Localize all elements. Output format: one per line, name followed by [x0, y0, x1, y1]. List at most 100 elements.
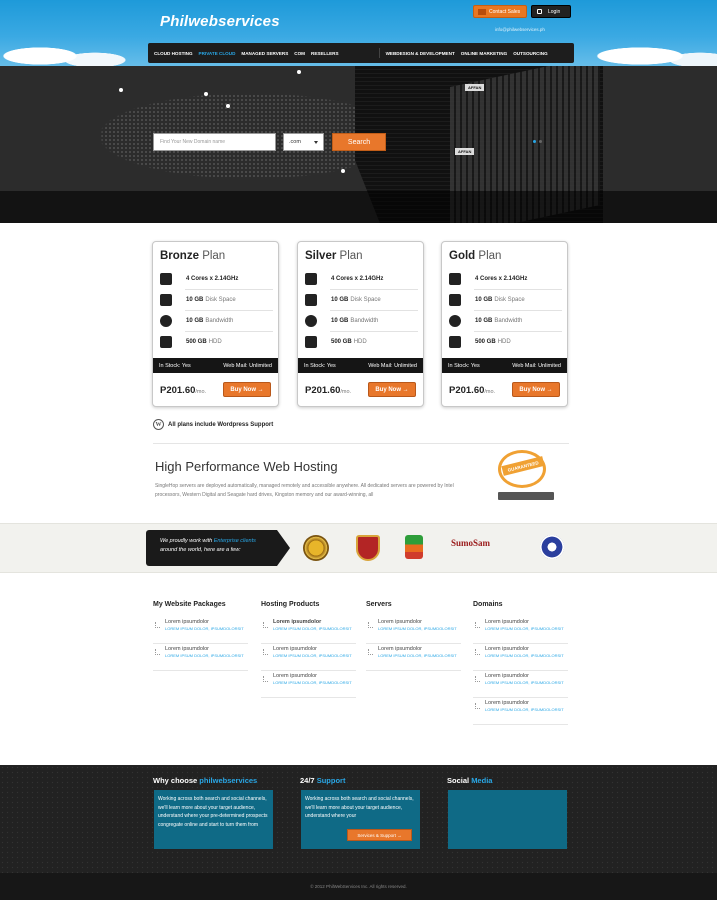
footer-link[interactable]: Lorem ipsumdolor LOREM IPSUM DOLOR, IPSUM…	[366, 618, 461, 644]
database-icon	[160, 336, 172, 348]
plan-hdd-row: 500 GB HDD	[449, 336, 511, 348]
footer-link[interactable]: Lorem ipsumdolor LOREM IPSUM DOLOR, IPSUM…	[153, 618, 248, 644]
map-pin-icon	[119, 88, 123, 92]
buy-now-button[interactable]: Buy Now →	[512, 382, 560, 397]
divider	[330, 310, 418, 311]
footer-col-title: Domains	[473, 601, 503, 608]
chevron-down-icon	[314, 140, 318, 144]
client-logo-sumosam[interactable]: SumoSam	[451, 538, 490, 548]
buy-now-button[interactable]: Buy Now →	[368, 382, 416, 397]
cpu-icon	[160, 273, 172, 285]
footer-link[interactable]: Lorem ipsumdolor LOREM IPSUM DOLOR, IPSUM…	[473, 618, 568, 644]
footer-col-title: Hosting Products	[261, 601, 320, 608]
nav-private-cloud[interactable]: PRIVATE CLOUD	[199, 51, 236, 56]
main-nav: CLOUD HOSTING PRIVATE CLOUD MANAGED SERV…	[148, 43, 574, 63]
search-button[interactable]: Search	[332, 133, 386, 151]
link-bullet-icon	[155, 649, 160, 655]
link-bullet-icon	[263, 622, 268, 628]
divider	[474, 331, 562, 332]
plan-info-strip: In Stock: Yes Web Mail: Unlimited	[153, 358, 278, 373]
nav-cloud-hosting[interactable]: CLOUD HOSTING	[154, 51, 193, 56]
nav-online-marketing[interactable]: ONLINE MARKETING	[461, 51, 507, 56]
client-logo-cross[interactable]	[540, 535, 564, 559]
database-icon	[449, 336, 461, 348]
footer-link[interactable]: Lorem ipsumdolor LOREM IPSUM DOLOR, IPSUM…	[473, 645, 568, 671]
slider-dot[interactable]	[539, 140, 542, 143]
social-media-box	[448, 790, 567, 849]
plan-hdd-row: 500 GB HDD	[305, 336, 367, 348]
server-icon	[498, 492, 554, 500]
wordpress-note: W All plans include Wordpress Support	[153, 419, 273, 430]
domain-search-input[interactable]: Find Your New Domain name	[153, 133, 276, 151]
cpu-icon	[305, 273, 317, 285]
clients-intro: We proudly work with Enterprise clients …	[146, 530, 277, 566]
nav-webdesign[interactable]: WEBDESIGN & DEVELOPMENT	[386, 51, 455, 56]
wordpress-note-text: All plans include Wordpress Support	[168, 421, 274, 428]
footer-link[interactable]: Lorem ipsumdolor LOREM IPSUM DOLOR, IPSUM…	[261, 645, 356, 671]
client-logo-shield[interactable]	[356, 535, 380, 561]
footer-link[interactable]: Lorem ipsumdolor LOREM IPSUM DOLOR, IPSUM…	[473, 672, 568, 698]
why-choose-title: Why choose philwebservices	[153, 776, 258, 785]
nav-managed-servers[interactable]: MANAGED SERVERS	[241, 51, 288, 56]
plan-price: P201.60/mo.	[449, 385, 496, 396]
guaranteed-badge: GUARANTEED	[492, 448, 558, 506]
link-bullet-icon	[368, 649, 373, 655]
map-pin-icon	[341, 169, 345, 173]
footer-link[interactable]: Lorem ipsumdolor LOREM IPSUM DOLOR, IPSUM…	[261, 618, 356, 644]
plan-price: P201.60/mo.	[305, 385, 352, 396]
email-link[interactable]: info@philwebservices.ph	[495, 27, 545, 32]
speedometer-icon	[160, 315, 172, 327]
plan-bandwidth-row: 10 GB Bandwidth	[449, 315, 522, 327]
map-pin-icon	[297, 70, 301, 74]
link-bullet-icon	[263, 676, 268, 682]
nav-outsourcing[interactable]: OUTSOURCING	[513, 51, 547, 56]
speedometer-icon	[305, 315, 317, 327]
divider	[185, 310, 273, 311]
performance-text: SingleHop servers are deployed automatic…	[155, 483, 454, 498]
plan-title: Bronze Plan	[160, 250, 226, 262]
nav-resellers[interactable]: RESELLERS	[311, 51, 339, 56]
footer-link[interactable]: Lorem ipsumdolor LOREM IPSUM DOLOR, IPSUM…	[366, 645, 461, 671]
services-support-button[interactable]: Services & Support →	[347, 829, 412, 841]
page: Philwebservices Contact Sales Login info…	[0, 0, 717, 900]
client-logo-tree[interactable]	[405, 535, 423, 559]
link-bullet-icon	[475, 649, 480, 655]
support-title: 24/7 Support	[300, 776, 346, 785]
footer-link[interactable]: Lorem ipsumdolor LOREM IPSUM DOLOR, IPSUM…	[473, 699, 568, 725]
contact-sales-button[interactable]: Contact Sales	[473, 5, 527, 18]
login-button[interactable]: Login	[531, 5, 571, 18]
tld-select[interactable]: .com	[283, 133, 324, 151]
copyright: © 2012 PhilWebServices Inc. All rights r…	[0, 873, 717, 900]
plan-card-bronze: Bronze Plan 4 Cores x 2.14GHz 10 GB Disk …	[152, 241, 279, 407]
map-pin-icon	[226, 104, 230, 108]
plan-bandwidth-row: 10 GB Bandwidth	[160, 315, 233, 327]
plan-title: Silver Plan	[305, 250, 363, 262]
divider	[474, 289, 562, 290]
clients-arrow	[277, 530, 290, 566]
plan-card-silver: Silver Plan 4 Cores x 2.14GHz 10 GB Disk …	[297, 241, 424, 407]
nav-com[interactable]: COM	[294, 51, 305, 56]
footer-col-servers: Servers Lorem ipsumdolor LOREM IPSUM DOLO…	[366, 601, 461, 672]
footer-col-hosting: Hosting Products Lorem ipsumdolor LOREM I…	[261, 601, 356, 699]
plan-price: P201.60/mo.	[160, 385, 207, 396]
plan-bandwidth-row: 10 GB Bandwidth	[305, 315, 378, 327]
footer-link[interactable]: Lorem ipsumdolor LOREM IPSUM DOLOR, IPSUM…	[261, 672, 356, 698]
footer-col-domains: Domains Lorem ipsumdolor LOREM IPSUM DOLO…	[473, 601, 568, 726]
plan-disk-row: 10 GB Disk Space	[449, 294, 525, 306]
buy-now-button[interactable]: Buy Now →	[223, 382, 271, 397]
storage-icon	[160, 294, 172, 306]
plan-info-strip: In Stock: Yes Web Mail: Unlimited	[298, 358, 423, 373]
client-logo-seal[interactable]	[303, 535, 329, 561]
footer-link[interactable]: Lorem ipsumdolor LOREM IPSUM DOLOR, IPSUM…	[153, 645, 248, 671]
footer-col-title: Servers	[366, 601, 392, 608]
divider	[153, 443, 569, 444]
divider	[185, 289, 273, 290]
divider	[330, 289, 418, 290]
plan-cores-row: 4 Cores x 2.14GHz	[305, 273, 385, 285]
slider-dot[interactable]	[533, 140, 536, 143]
plan-hdd-row: 500 GB HDD	[160, 336, 222, 348]
link-bullet-icon	[475, 622, 480, 628]
link-bullet-icon	[475, 703, 480, 709]
link-bullet-icon	[155, 622, 160, 628]
logo[interactable]: Philwebservices	[160, 13, 280, 30]
